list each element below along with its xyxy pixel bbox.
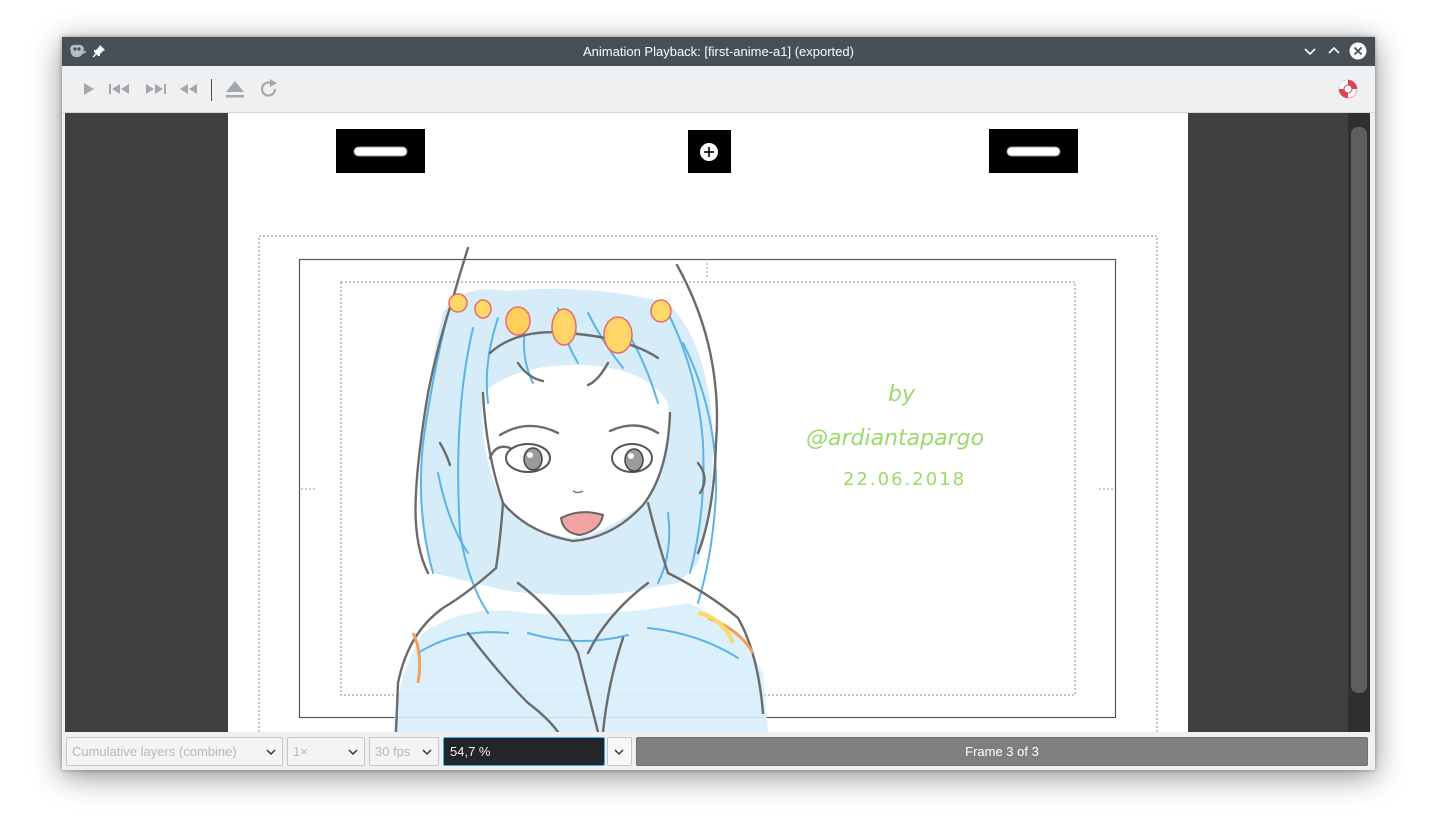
zoom-input[interactable]: 54,7 % — [443, 737, 605, 766]
scrollbar-thumb[interactable] — [1351, 127, 1367, 693]
title-bar: Animation Playback: [first-anime-a1] (ex… — [62, 37, 1375, 66]
playback-toolbar — [62, 66, 1375, 113]
playback-statusbar: Cumulative layers (combine) 1× 30 fps 54… — [62, 733, 1375, 770]
play-icon[interactable] — [75, 77, 101, 101]
signature-date: 22.06.2018 — [843, 469, 966, 490]
animation-playback-window: Animation Playback: [first-anime-a1] (ex… — [62, 37, 1375, 770]
frame-drawing: by @ardiantapargo 22.06.2018 — [258, 129, 1158, 732]
close-icon[interactable] — [1349, 42, 1367, 60]
rewind-icon[interactable] — [176, 77, 202, 101]
skip-to-start-icon[interactable] — [107, 77, 133, 101]
skip-to-end-icon[interactable] — [142, 77, 168, 101]
speed-value: 1× — [293, 744, 308, 759]
layer-mode-select[interactable]: Cumulative layers (combine) — [66, 737, 283, 766]
toolbar-separator — [211, 79, 212, 101]
chevron-down-icon — [614, 749, 624, 756]
animation-frame: by @ardiantapargo 22.06.2018 — [228, 113, 1188, 732]
speed-select[interactable]: 1× — [287, 737, 365, 766]
zoom-dropdown-button[interactable] — [607, 737, 632, 766]
help-lifebuoy-icon[interactable] — [1335, 77, 1361, 101]
chevron-down-icon — [422, 749, 432, 756]
vertical-scrollbar[interactable] — [1348, 113, 1370, 732]
title-bar-controls — [1301, 42, 1367, 60]
playback-viewport[interactable]: by @ardiantapargo 22.06.2018 — [65, 113, 1370, 732]
fps-value: 30 fps — [375, 744, 411, 759]
detach-icon[interactable] — [222, 77, 248, 101]
maximize-chevron-icon[interactable] — [1325, 42, 1343, 60]
chevron-down-icon — [348, 749, 358, 756]
reload-icon[interactable] — [256, 77, 282, 101]
signature-handle: @ardiantapargo — [806, 426, 984, 451]
fps-select[interactable]: 30 fps — [369, 737, 439, 766]
chevron-down-icon — [266, 749, 276, 756]
signature-by: by — [888, 382, 916, 407]
window-title: Animation Playback: [first-anime-a1] (ex… — [583, 44, 854, 59]
layer-mode-value: Cumulative layers (combine) — [72, 744, 237, 759]
frame-progress-label: Frame 3 of 3 — [965, 744, 1039, 759]
frame-progress-bar[interactable]: Frame 3 of 3 — [636, 737, 1368, 766]
minimize-chevron-icon[interactable] — [1301, 42, 1319, 60]
